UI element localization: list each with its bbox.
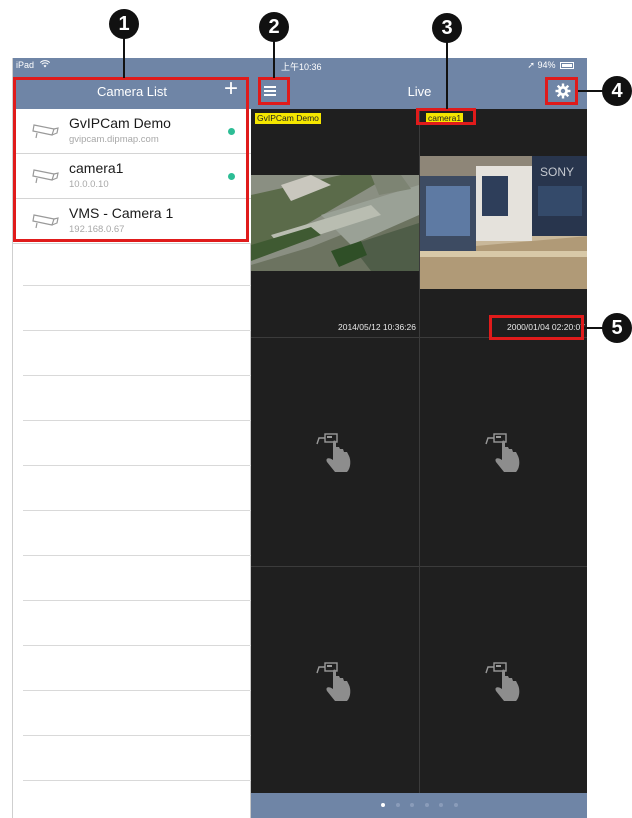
add-camera-hint-icon <box>316 433 351 472</box>
battery-icon <box>560 62 574 69</box>
callout-number: 5 <box>602 313 632 343</box>
callout-number: 3 <box>432 13 462 43</box>
empty-row-divider <box>23 600 251 601</box>
live-header: Live <box>251 73 587 109</box>
empty-row-divider <box>23 375 251 376</box>
video-timestamp: 2014/05/12 10:36:26 <box>338 322 416 332</box>
empty-video-slot[interactable] <box>420 338 587 566</box>
page-dot[interactable] <box>439 803 444 807</box>
live-title: Live <box>407 84 432 99</box>
callout-number: 2 <box>259 12 289 42</box>
live-panel: Live GvIPCam Demo 2014/05/12 10:36:26 ca… <box>251 73 587 818</box>
video-feed-aerial <box>251 175 419 271</box>
callout-number: 4 <box>602 76 632 106</box>
status-time: 上午10:36 <box>281 62 322 72</box>
empty-row-divider <box>23 465 251 466</box>
grid-divider-horizontal <box>251 566 587 567</box>
add-camera-hint-icon <box>485 433 520 472</box>
add-camera-hint-icon <box>485 662 520 701</box>
leader-line <box>446 42 448 109</box>
page-dot[interactable] <box>410 803 415 807</box>
page-dot[interactable] <box>395 803 400 807</box>
video-tile[interactable]: camera1 SONY 2000/01/04 02:20:07 <box>420 109 587 337</box>
status-right: ➚ 94% <box>527 60 574 71</box>
live-view-grid: GvIPCam Demo 2014/05/12 10:36:26 camera1… <box>251 109 587 795</box>
empty-video-slot[interactable] <box>251 567 419 795</box>
leader-line <box>273 41 275 78</box>
empty-row-divider <box>23 555 251 556</box>
empty-video-slot[interactable] <box>251 338 419 566</box>
empty-row-divider <box>23 510 251 511</box>
battery-percent: 94% <box>537 60 556 70</box>
highlight-menu-button <box>258 77 290 105</box>
page-indicator[interactable] <box>251 793 587 818</box>
empty-row-divider <box>23 735 251 736</box>
empty-row-divider <box>23 645 251 646</box>
status-device: iPad <box>16 60 50 70</box>
empty-row-divider <box>23 780 251 781</box>
location-arrow-icon: ➚ <box>527 60 535 70</box>
empty-row-divider <box>23 330 251 331</box>
leader-line <box>123 38 125 78</box>
camera-label: GvIPCam Demo <box>255 113 321 124</box>
callout-number: 1 <box>109 9 139 39</box>
status-bar: iPad 上午10:36 ➚ 94% <box>13 58 587 73</box>
empty-row-divider <box>23 690 251 691</box>
page-dot[interactable] <box>424 803 429 807</box>
highlight-settings-button <box>545 77 578 105</box>
page-dot[interactable] <box>453 803 458 807</box>
add-camera-hint-icon <box>316 662 351 701</box>
screenshot-canvas: iPad 上午10:36 ➚ 94% Camera List + GvIPCam… <box>0 0 632 818</box>
page-dot[interactable] <box>381 803 386 807</box>
wifi-icon <box>39 60 50 70</box>
video-feed-office: SONY <box>420 156 587 289</box>
highlight-camera-list <box>13 77 249 242</box>
svg-text:SONY: SONY <box>540 165 574 179</box>
video-tile[interactable]: GvIPCam Demo 2014/05/12 10:36:26 <box>251 109 419 337</box>
highlight-camera-label <box>416 108 476 125</box>
grid-divider-vertical <box>419 109 420 793</box>
empty-row-divider <box>23 420 251 421</box>
highlight-timestamp <box>489 315 584 340</box>
empty-row-divider <box>23 285 251 286</box>
empty-video-slot[interactable] <box>420 567 587 795</box>
